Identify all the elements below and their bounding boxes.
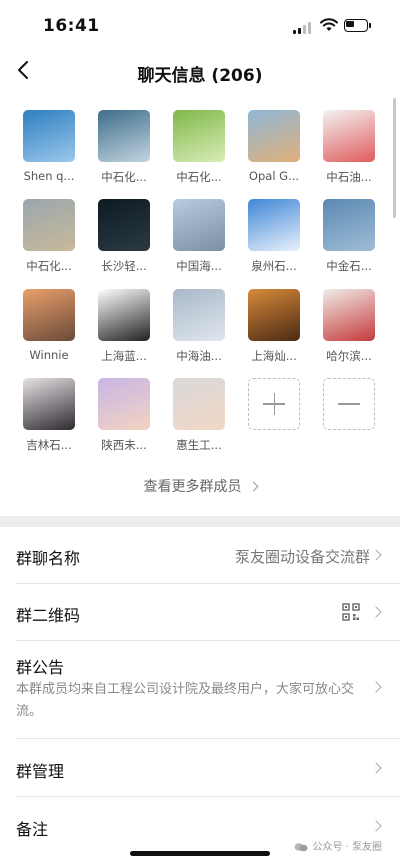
cellular-signal-icon — [293, 22, 313, 34]
group-photo-avatar — [23, 110, 75, 162]
sea-sunset-avatar — [248, 110, 300, 162]
group-notice-row[interactable]: 群公告 本群成员均来自工程公司设计院及最终用户，大家可放心交流。 — [0, 641, 400, 739]
member-item[interactable]: 中金石... — [319, 199, 379, 274]
member-name: 中石化... — [101, 170, 147, 184]
chevron-right-icon — [370, 762, 382, 774]
anime-man-avatar — [23, 378, 75, 430]
member-name: Shen q... — [23, 169, 75, 183]
member-name: 陕西未... — [101, 438, 147, 452]
member-item[interactable]: 中国海... — [169, 199, 229, 274]
add-member-button[interactable] — [244, 378, 304, 430]
group-notice-text: 本群成员均来自工程公司设计院及最终用户，大家可放心交流。 — [16, 682, 355, 719]
baby-purple-avatar — [98, 378, 150, 430]
member-item[interactable]: 上海蓝... — [94, 289, 154, 364]
member-item[interactable]: 中海油... — [169, 289, 229, 364]
member-item[interactable]: 吉林石... — [19, 378, 79, 453]
group-manage-row[interactable]: 群管理 — [0, 739, 400, 797]
chevron-right-icon — [370, 549, 382, 561]
member-name: 泉州石... — [251, 259, 297, 273]
mountain-road-avatar — [98, 110, 150, 162]
toy-figure-avatar — [323, 289, 375, 341]
grass-avatar — [173, 110, 225, 162]
group-manage-label: 群管理 — [16, 762, 65, 781]
group-name-label: 群聊名称 — [16, 549, 81, 568]
status-bar: 16:41 — [0, 0, 400, 50]
member-item[interactable]: 哈尔滨... — [319, 289, 379, 364]
chevron-right-icon — [370, 681, 382, 693]
settings-list: 群聊名称 泵友圈动设备交流群 群二维码 群公告 本群成员均来自工程公司设计院及最… — [0, 527, 400, 865]
member-name: 中石油... — [326, 170, 372, 184]
member-item[interactable]: 陕西未... — [94, 378, 154, 453]
view-more-members-link[interactable]: 查看更多群成员 — [0, 476, 400, 496]
home-indicator[interactable] — [130, 851, 270, 856]
member-item[interactable]: 长沙轻... — [94, 199, 154, 274]
chevron-right-icon — [370, 606, 382, 618]
watermark: 公众号 · 泵友圈 — [294, 838, 382, 853]
anime-girl-avatar — [98, 289, 150, 341]
watermark-text: 公众号 · 泵友圈 — [312, 842, 382, 853]
member-item[interactable]: 泉州石... — [244, 199, 304, 274]
member-item[interactable]: Shen q... — [19, 110, 79, 183]
river-city-avatar — [323, 199, 375, 251]
member-item[interactable]: Winnie — [19, 289, 79, 362]
nav-bar: 聊天信息 (206) — [0, 50, 400, 94]
member-item[interactable]: 中石化... — [19, 199, 79, 274]
member-name: 中石化... — [176, 170, 222, 184]
qr-code-icon — [342, 603, 360, 621]
cartoon-couple-avatar — [323, 110, 375, 162]
member-name: 吉林石... — [26, 438, 72, 452]
remove-member-button[interactable] — [319, 378, 379, 430]
member-item[interactable]: 惠生工... — [169, 378, 229, 453]
member-item[interactable]: Opal G... — [244, 110, 304, 183]
wifi-icon — [320, 18, 338, 31]
member-name: 中海油... — [176, 349, 222, 363]
member-name: 中金石... — [326, 259, 372, 273]
wechat-official-icon — [294, 843, 308, 852]
blue-sky-lake-avatar — [248, 199, 300, 251]
page-title: 聊天信息 (206) — [137, 66, 263, 86]
group-name-row[interactable]: 群聊名称 泵友圈动设备交流群 — [0, 527, 400, 584]
member-name: 长沙轻... — [101, 259, 147, 273]
scrollbar — [393, 98, 396, 218]
member-name: Opal G... — [248, 169, 300, 183]
dark-emblem-avatar — [98, 199, 150, 251]
group-qr-label: 群二维码 — [16, 606, 81, 625]
minus-icon — [323, 378, 375, 430]
group-name-value: 泵友圈动设备交流群 — [234, 548, 370, 566]
member-name: 惠生工... — [176, 438, 222, 452]
remark-label: 备注 — [16, 820, 49, 839]
group-notice-label: 群公告 — [16, 658, 65, 677]
battery-icon — [344, 19, 372, 32]
cloudy-sky-avatar — [173, 289, 225, 341]
construction-site-avatar — [23, 199, 75, 251]
status-time: 16:41 — [43, 16, 100, 36]
member-name: 中国海... — [176, 259, 222, 273]
baby-avatar — [173, 378, 225, 430]
member-name: 上海蓝... — [101, 349, 147, 363]
member-name: 哈尔滨... — [326, 349, 372, 363]
view-more-members-label: 查看更多群成员 — [143, 479, 242, 495]
chevron-right-icon — [248, 481, 258, 492]
cityscape-avatar — [173, 199, 225, 251]
sunset-silhouette-avatar — [23, 289, 75, 341]
chevron-right-icon — [370, 820, 382, 832]
member-item[interactable]: 上海灿... — [244, 289, 304, 364]
group-qr-row[interactable]: 群二维码 — [0, 584, 400, 641]
member-name: Winnie — [29, 348, 69, 362]
member-item[interactable]: 中石油... — [319, 110, 379, 185]
member-item[interactable]: 中石化... — [169, 110, 229, 185]
plus-icon — [248, 378, 300, 430]
member-name: 上海灿... — [251, 349, 297, 363]
chat-info-top-panel: 16:41 聊天信息 (206) Shen q... 中石化... 中石化... Op… — [0, 0, 400, 516]
tiger-avatar — [248, 289, 300, 341]
member-name: 中石化... — [26, 259, 72, 273]
member-item[interactable]: 中石化... — [94, 110, 154, 185]
